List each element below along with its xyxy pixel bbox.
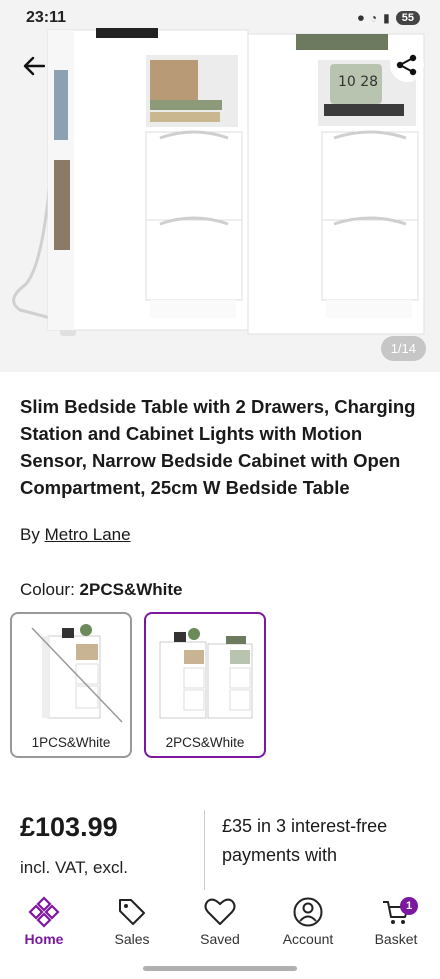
home-icon (28, 896, 60, 928)
battery-icon: 55 (395, 11, 420, 25)
colour-label: Colour: 2PCS&White (20, 580, 183, 600)
heart-icon (204, 898, 236, 925)
nav-basket[interactable]: 1 Basket (352, 895, 440, 947)
swatch-2pcs-white[interactable]: 2PCS&White (144, 612, 266, 758)
share-button[interactable] (390, 48, 424, 82)
vat-note: incl. VAT, excl. (20, 858, 129, 877)
arrow-left-icon (23, 56, 45, 76)
nav-label: Basket (374, 931, 418, 947)
nav-label: Saved (200, 931, 240, 947)
status-bar: 23:11 ⏺ ◔ ▮ 55 (0, 0, 440, 36)
colour-value: 2PCS&White (79, 580, 183, 599)
nav-account[interactable]: Account (264, 895, 352, 947)
colour-prefix: Colour: (20, 580, 75, 599)
product-price: £103.99 (20, 812, 118, 842)
status-time: 23:11 (26, 9, 67, 26)
byline-prefix: By (20, 525, 40, 544)
image-pager: 1/14 (380, 336, 426, 361)
dnd-icon: ⏺ (357, 10, 364, 25)
product-title: Slim Bedside Table with 2 Drawers, Charg… (20, 396, 416, 498)
divider (204, 810, 205, 890)
swatch-image (159, 628, 253, 719)
nav-label: Account (282, 931, 334, 947)
swatch-image (31, 624, 123, 723)
nav-label: Sales (114, 931, 150, 947)
nav-sales[interactable]: Sales (88, 895, 176, 947)
svg-text:10 28: 10 28 (338, 74, 378, 90)
product-photo: 10 28 (0, 0, 440, 372)
home-indicator[interactable] (143, 966, 297, 971)
bottom-nav: Home Sales Saved Account 1 Basket (0, 893, 440, 955)
nav-saved[interactable]: Saved (176, 895, 264, 947)
nav-label: Home (24, 931, 64, 947)
back-button[interactable] (14, 46, 54, 86)
brand-byline: By Metro Lane (20, 525, 131, 545)
status-icons: ⏺ ◔ ▮ 55 (358, 11, 420, 26)
nav-home[interactable]: Home (0, 895, 88, 947)
signal-icon: ▮ (383, 11, 390, 25)
colour-swatches: 1PCS&White 2PCS&White (10, 612, 266, 758)
finance-offer[interactable]: £35 in 3 interest-free payments with (222, 812, 422, 894)
swatch-label: 2PCS&White (165, 735, 245, 750)
product-image-gallery[interactable]: 10 28 1/14 (0, 0, 440, 372)
basket-count-badge: 1 (400, 897, 418, 915)
swatch-1pcs-white[interactable]: 1PCS&White (10, 612, 132, 758)
wifi-icon: ◔ (369, 11, 378, 25)
tag-icon (119, 899, 145, 925)
swatch-label: 1PCS&White (31, 735, 111, 750)
brand-link[interactable]: Metro Lane (45, 525, 131, 544)
account-icon (293, 897, 323, 927)
share-icon (396, 54, 417, 76)
